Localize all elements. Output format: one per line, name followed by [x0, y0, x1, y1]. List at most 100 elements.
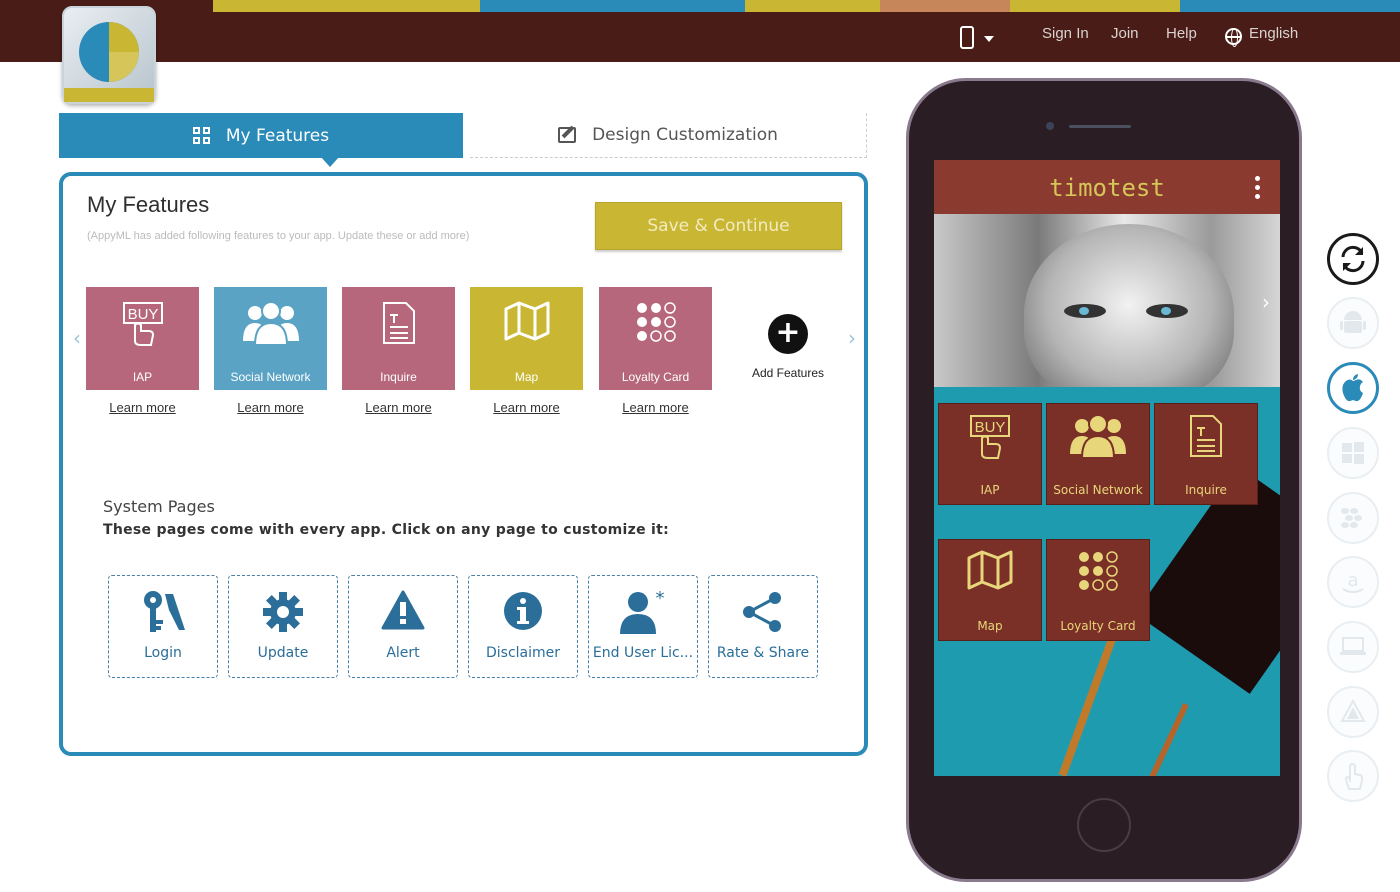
system-page-disclaimer[interactable]: Disclaimer — [468, 575, 578, 678]
background-pencil — [1145, 702, 1189, 776]
tab-pointer — [321, 157, 339, 167]
app-hero-image: › — [934, 214, 1280, 387]
pie-chart-logo-icon — [64, 22, 154, 102]
system-page-label: End User Lic... — [592, 645, 694, 661]
platform-desktop-button[interactable] — [1327, 621, 1379, 673]
carousel-next-icon[interactable]: › — [848, 326, 856, 350]
color-stripes — [0, 0, 1400, 12]
hero-portrait — [1024, 224, 1234, 387]
hero-eye — [1064, 304, 1106, 318]
buy-icon: BUY — [970, 415, 1010, 459]
learn-more-link-inquire[interactable]: Learn more — [342, 400, 455, 415]
platform-android-button[interactable] — [1327, 297, 1379, 349]
mobile-phone-icon[interactable] — [960, 26, 974, 49]
triangle-logo-icon — [1340, 699, 1366, 722]
svg-text:a: a — [1347, 570, 1358, 591]
phone-home-button — [1077, 798, 1131, 852]
feature-label: Social Network — [230, 370, 311, 384]
plus-icon: + — [768, 314, 808, 354]
app-tile-map[interactable]: Map — [938, 539, 1042, 641]
platform-windows-button[interactable] — [1327, 427, 1379, 479]
system-page-end-user-license[interactable]: * End User Lic... — [588, 575, 698, 678]
system-page-label: Disclaimer — [485, 645, 561, 661]
learn-more-link-iap[interactable]: Learn more — [86, 400, 199, 415]
app-tile-inquire[interactable]: Inquire — [1154, 403, 1258, 505]
feature-tile-map[interactable]: Map — [470, 287, 583, 390]
join-link[interactable]: Join — [1111, 25, 1139, 42]
platform-other-button[interactable] — [1327, 686, 1379, 738]
help-link[interactable]: Help — [1166, 25, 1197, 42]
app-tile-label: Inquire — [1185, 483, 1227, 497]
app-preview-screen: timotest › BUY IAP Social Network Inquir… — [934, 160, 1280, 776]
platform-touch-button[interactable] — [1327, 750, 1379, 802]
app-logo[interactable] — [62, 6, 156, 104]
app-tile-label: IAP — [980, 483, 1000, 497]
document-icon — [382, 302, 415, 344]
tab-my-features[interactable]: My Features — [59, 113, 463, 167]
group-icon — [242, 301, 299, 345]
platform-amazon-button[interactable]: a — [1327, 556, 1379, 608]
platform-blackberry-button[interactable] — [1327, 492, 1379, 544]
app-header: timotest — [934, 160, 1280, 214]
refresh-preview-button[interactable] — [1327, 233, 1379, 285]
system-page-update[interactable]: Update — [228, 575, 338, 678]
gear-icon — [263, 592, 303, 632]
svg-text:*: * — [656, 590, 665, 609]
edit-icon — [558, 127, 577, 143]
add-features-button[interactable]: + Add Features — [733, 314, 843, 380]
app-tile-label: Social Network — [1053, 483, 1143, 497]
touch-icon — [1344, 762, 1364, 790]
dots-grid-icon — [1079, 551, 1118, 591]
globe-icon[interactable] — [1225, 28, 1242, 47]
feature-label: Map — [514, 370, 539, 384]
phone-camera — [1046, 122, 1054, 130]
sign-in-link[interactable]: Sign In — [1042, 25, 1089, 42]
more-vertical-icon[interactable] — [1255, 176, 1260, 200]
svg-text:BUY: BUY — [127, 306, 158, 323]
learn-more-link-map[interactable]: Learn more — [470, 400, 583, 415]
buy-icon: BUY — [122, 302, 163, 346]
panel-title: My Features — [87, 192, 210, 217]
system-page-rate-share[interactable]: Rate & Share — [708, 575, 818, 678]
tab-design-customization[interactable]: Design Customization — [470, 113, 867, 158]
system-page-alert[interactable]: Alert — [348, 575, 458, 678]
system-page-login[interactable]: Login — [108, 575, 218, 678]
feature-tile-inquire[interactable]: Inquire — [342, 287, 455, 390]
learn-more-link-social-network[interactable]: Learn more — [214, 400, 327, 415]
user-star-icon: * — [620, 590, 665, 634]
feature-label: IAP — [132, 370, 153, 384]
feature-tile-social-network[interactable]: Social Network — [214, 287, 327, 390]
hero-next-icon[interactable]: › — [1262, 290, 1270, 314]
phone-speaker — [1069, 125, 1131, 128]
app-tile-label: Loyalty Card — [1060, 619, 1136, 633]
language-selector[interactable]: English — [1249, 25, 1298, 42]
dots-grid-icon — [636, 302, 676, 342]
app-title: timotest — [1049, 174, 1165, 202]
top-navigation-bar: Sign In Join Help English — [0, 0, 1400, 62]
document-icon — [1190, 415, 1222, 457]
android-icon — [1340, 311, 1366, 333]
windows-icon — [1342, 442, 1364, 464]
system-page-label: Update — [257, 645, 309, 661]
background-pencil — [1058, 633, 1118, 776]
hero-eye — [1146, 304, 1188, 318]
save-continue-button[interactable]: Save & Continue — [595, 202, 842, 250]
info-icon — [504, 592, 542, 630]
platform-ios-button[interactable] — [1327, 362, 1379, 414]
chevron-down-icon[interactable] — [984, 36, 994, 42]
system-page-label: Rate & Share — [716, 645, 810, 661]
carousel-prev-icon[interactable]: ‹ — [73, 326, 81, 350]
feature-tile-loyalty-card[interactable]: Loyalty Card — [599, 287, 712, 390]
feature-tile-iap[interactable]: BUY IAP — [86, 287, 199, 390]
system-pages-subtitle: These pages come with every app. Click o… — [103, 522, 670, 538]
app-tile-social-network[interactable]: Social Network — [1046, 403, 1150, 505]
app-tile-loyalty-card[interactable]: Loyalty Card — [1046, 539, 1150, 641]
desktop-icon — [1340, 637, 1366, 655]
learn-more-link-loyalty-card[interactable]: Learn more — [599, 400, 712, 415]
apple-icon — [1342, 374, 1363, 402]
system-page-label: Login — [144, 645, 182, 661]
warning-icon — [381, 590, 425, 630]
app-tile-iap[interactable]: BUY IAP — [938, 403, 1042, 505]
system-page-label: Alert — [386, 645, 420, 661]
group-icon — [1070, 414, 1126, 458]
